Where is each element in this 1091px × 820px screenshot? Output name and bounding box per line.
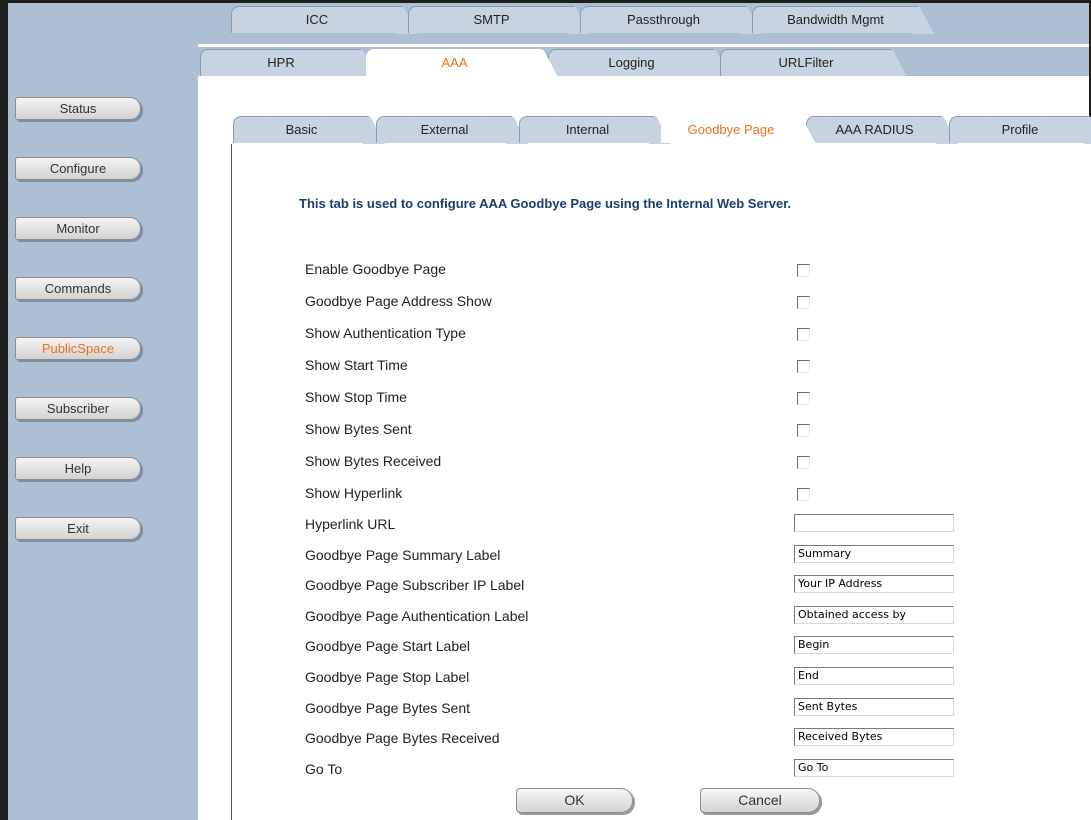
checkbox-show-bytes-received[interactable] [797, 456, 810, 469]
checkbox-show-start-time[interactable] [797, 360, 810, 373]
sidebar-item-configure[interactable]: Configure [15, 157, 141, 180]
label-bytes-sent: Goodbye Page Bytes Sent [305, 700, 470, 716]
sidebar-item-commands[interactable]: Commands [15, 277, 141, 300]
checkbox-show-bytes-sent[interactable] [797, 424, 810, 437]
cancel-button[interactable]: Cancel [700, 788, 820, 813]
tab-external[interactable]: External [376, 116, 512, 143]
tab-profile[interactable]: Profile [949, 116, 1090, 143]
label-show-hyperlink: Show Hyperlink [305, 485, 403, 501]
tab-bandwidth-mgmt[interactable]: Bandwidth Mgmt [752, 6, 918, 33]
top-tab-row-1: ICC SMTP Passthrough Bandwidth Mgmt [198, 3, 1089, 44]
label-show-bytes-sent: Show Bytes Sent [305, 421, 412, 437]
input-start-label[interactable]: Begin [794, 636, 954, 654]
label-authentication-label: Goodbye Page Authentication Label [305, 608, 529, 624]
input-authentication-label[interactable]: Obtained access by [794, 606, 954, 624]
label-summary-label: Goodbye Page Summary Label [305, 547, 501, 563]
tab-hpr[interactable]: HPR [200, 49, 361, 76]
label-enable-goodbye-page: Enable Goodbye Page [305, 261, 446, 277]
input-bytes-sent[interactable]: Sent Bytes [794, 698, 954, 716]
input-bytes-received[interactable]: Received Bytes [794, 728, 954, 746]
content-area [231, 144, 1091, 820]
input-go-to[interactable]: Go To [794, 759, 954, 777]
tab-internal[interactable]: Internal [519, 116, 655, 143]
label-hyperlink-url: Hyperlink URL [305, 516, 396, 532]
tab-icc[interactable]: ICC [231, 6, 402, 33]
label-stop-label: Goodbye Page Stop Label [305, 669, 470, 685]
input-subscriber-ip-label[interactable]: Your IP Address [794, 575, 954, 593]
tab-smtp[interactable]: SMTP [408, 6, 574, 33]
app-window: Status Configure Monitor Commands Public… [0, 0, 1091, 820]
checkbox-show-stop-time[interactable] [797, 392, 810, 405]
checkbox-show-hyperlink[interactable] [797, 488, 810, 501]
label-show-authentication-type: Show Authentication Type [305, 325, 466, 341]
input-hyperlink-url[interactable] [794, 514, 954, 532]
tab-aaa-radius[interactable]: AAA RADIUS [806, 116, 942, 143]
label-show-start-time: Show Start Time [305, 357, 408, 373]
label-goodbye-page-address-show: Goodbye Page Address Show [305, 293, 492, 309]
label-go-to: Go To [305, 761, 343, 777]
top-tab-row-2: HPR AAA Logging URLFilter [198, 47, 1089, 77]
tab-logging[interactable]: Logging [548, 49, 714, 76]
sidebar-item-status[interactable]: Status [15, 97, 141, 120]
label-start-label: Goodbye Page Start Label [305, 638, 471, 654]
label-bytes-received: Goodbye Page Bytes Received [305, 730, 500, 746]
checkbox-goodbye-page-address-show[interactable] [797, 296, 810, 309]
sidebar-item-exit[interactable]: Exit [15, 517, 141, 540]
content-divider [231, 144, 232, 820]
tab-goodbye-page[interactable]: Goodbye Page [661, 116, 800, 143]
tab-basic[interactable]: Basic [233, 116, 369, 143]
window-border-left [0, 0, 8, 820]
sidebar-item-publicspace[interactable]: PublicSpace [15, 337, 141, 360]
sub-tab-row: Basic External Internal Goodbye Page AAA… [231, 116, 1090, 143]
ok-button[interactable]: OK [516, 788, 633, 813]
sidebar-item-help[interactable]: Help [15, 457, 141, 480]
intro-text: This tab is used to configure AAA Goodby… [299, 196, 792, 211]
tab-aaa[interactable]: AAA [366, 49, 542, 76]
label-subscriber-ip-label: Goodbye Page Subscriber IP Label [305, 577, 525, 593]
tab-urlfilter[interactable]: URLFilter [720, 49, 891, 76]
label-show-bytes-received: Show Bytes Received [305, 453, 442, 469]
sidebar-item-monitor[interactable]: Monitor [15, 217, 141, 240]
sidebar-item-subscriber[interactable]: Subscriber [15, 397, 141, 420]
checkbox-enable-goodbye-page[interactable] [797, 264, 810, 277]
input-stop-label[interactable]: End [794, 667, 954, 685]
tab-passthrough[interactable]: Passthrough [580, 6, 746, 33]
input-summary-label[interactable]: Summary [794, 545, 954, 563]
checkbox-show-authentication-type[interactable] [797, 328, 810, 341]
label-show-stop-time: Show Stop Time [305, 389, 407, 405]
sidebar: Status Configure Monitor Commands Public… [8, 3, 198, 820]
